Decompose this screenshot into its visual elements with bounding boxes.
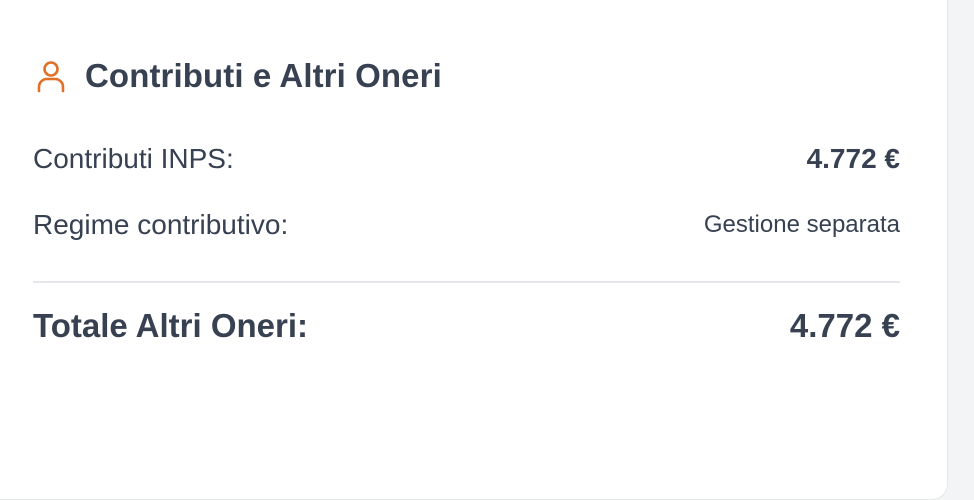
total-label: Totale Altri Oneri:: [33, 307, 309, 344]
inps-row: Contributi INPS: 4.772 €: [33, 143, 900, 175]
total-row: Totale Altri Oneri: 4.772 €: [33, 307, 900, 345]
regime-label: Regime contributivo:: [33, 209, 289, 240]
inps-label: Contributi INPS:: [33, 143, 234, 174]
total-value: 4.772 €: [789, 307, 900, 344]
card-header: Contributi e Altri Oneri: [35, 57, 442, 95]
user-icon: [35, 59, 67, 93]
regime-row: Regime contributivo: Gestione separata: [33, 209, 900, 241]
card-title: Contributi e Altri Oneri: [85, 57, 442, 94]
divider: [33, 281, 900, 283]
inps-value: 4.772 €: [806, 143, 900, 174]
regime-value: Gestione separata: [703, 211, 900, 238]
contributi-card: Contributi e Altri Oneri Contributi INPS…: [0, 0, 948, 500]
